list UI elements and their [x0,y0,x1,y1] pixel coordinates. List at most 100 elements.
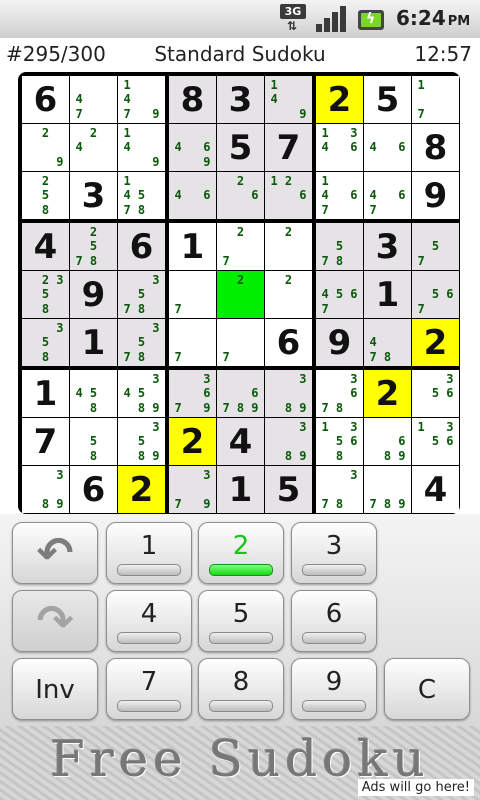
sudoku-cell-r8c7[interactable]: 1 3568 [316,418,363,465]
sudoku-cell-r4c8[interactable]: 3 [364,223,411,270]
sudoku-cell-r8c9[interactable]: 1 356 [412,418,459,465]
note-digit: 8 [137,301,146,316]
sudoku-cell-r1c7[interactable]: 2 [316,76,363,123]
sudoku-cell-r2c3[interactable]: 14 9 [118,124,165,171]
sudoku-cell-r5c8[interactable]: 1 [364,271,411,318]
sudoku-cell-r3c8[interactable]: 4 6 7 [364,172,411,219]
sudoku-cell-r1c8[interactable]: 5 [364,76,411,123]
sudoku-cell-r7c5[interactable]: 6 789 [217,370,264,417]
sudoku-cell-r8c6[interactable]: 389 [265,418,312,465]
sudoku-cell-r6c3[interactable]: 3578 [118,319,165,366]
clear-button[interactable]: C [384,658,470,720]
sudoku-cell-r2c4[interactable]: 4 69 [169,124,216,171]
sudoku-cell-r2c8[interactable]: 46 [364,124,411,171]
sudoku-cell-r5c7[interactable]: 456 7 [316,271,363,318]
sudoku-cell-r8c4[interactable]: 2 [169,418,216,465]
sudoku-cell-r5c6[interactable]: 2 [265,271,312,318]
sudoku-cell-r9c6[interactable]: 5 [265,466,312,513]
sudoku-cell-r6c6[interactable]: 6 [265,319,312,366]
sudoku-cell-r8c8[interactable]: 689 [364,418,411,465]
sudoku-cell-r6c4[interactable]: 7 [169,319,216,366]
sudoku-cell-r1c3[interactable]: 147 9 [118,76,165,123]
digit-button-2[interactable]: 2 [198,522,284,584]
sudoku-cell-r5c4[interactable]: 7 [169,271,216,318]
inv-button[interactable]: Inv [12,658,98,720]
sudoku-cell-r1c2[interactable]: 47 [70,76,117,123]
sudoku-cell-r7c9[interactable]: 356 [412,370,459,417]
digit-button-1[interactable]: 1 [106,522,192,584]
sudoku-cell-r8c5[interactable]: 4 [217,418,264,465]
sudoku-cell-r4c6[interactable]: 2 [265,223,312,270]
sudoku-cell-r4c4[interactable]: 1 [169,223,216,270]
sudoku-cell-r3c3[interactable]: 14578 [118,172,165,219]
sudoku-cell-r1c1[interactable]: 6 [22,76,69,123]
sudoku-cell-r2c9[interactable]: 8 [412,124,459,171]
sudoku-cell-r4c3[interactable]: 6 [118,223,165,270]
sudoku-cell-r7c1[interactable]: 1 [22,370,69,417]
digit-button-7[interactable]: 7 [106,658,192,720]
sudoku-cell-r1c6[interactable]: 14 9 [265,76,312,123]
ad-banner[interactable]: Free Sudoku Ads will go here! [0,726,480,800]
sudoku-cell-r3c6[interactable]: 126 [265,172,312,219]
sudoku-cell-r9c5[interactable]: 1 [217,466,264,513]
sudoku-cell-r8c2[interactable]: 58 [70,418,117,465]
digit-button-6[interactable]: 6 [291,590,377,652]
sudoku-cell-r4c2[interactable]: 2578 [70,223,117,270]
sudoku-cell-r1c9[interactable]: 17 [412,76,459,123]
note-digit [134,273,148,287]
sudoku-cell-r9c9[interactable]: 4 [412,466,459,513]
sudoku-cell-r2c7[interactable]: 1 3 4 6 [316,124,363,171]
sudoku-cell-r7c7[interactable]: 36 78 [316,370,363,417]
sudoku-cell-r6c7[interactable]: 9 [316,319,363,366]
digit-button-4[interactable]: 4 [106,590,192,652]
sudoku-cell-r4c7[interactable]: 578 [316,223,363,270]
sudoku-cell-r4c5[interactable]: 27 [217,223,264,270]
sudoku-cell-r3c5[interactable]: 26 [217,172,264,219]
sudoku-cell-r5c9[interactable]: 56 7 [412,271,459,318]
sudoku-cell-r6c8[interactable]: 478 [364,319,411,366]
redo-button[interactable]: ↷ [12,590,98,652]
sudoku-cell-r2c6[interactable]: 7 [265,124,312,171]
sudoku-cell-r8c1[interactable]: 7 [22,418,69,465]
sudoku-cell-r6c2[interactable]: 1 [70,319,117,366]
sudoku-cell-r9c7[interactable]: 3 78 [316,466,363,513]
note-digit [185,174,199,188]
sudoku-cell-r9c4[interactable]: 3 7 9 [169,466,216,513]
sudoku-cell-r3c2[interactable]: 3 [70,172,117,219]
sudoku-cell-r9c1[interactable]: 389 [22,466,69,513]
sudoku-cell-r6c5[interactable]: 7 [217,319,264,366]
sudoku-cell-r3c1[interactable]: 258 [22,172,69,219]
sudoku-cell-r9c3[interactable]: 2 [118,466,165,513]
sudoku-cell-r2c5[interactable]: 5 [217,124,264,171]
digit-button-5[interactable]: 5 [198,590,284,652]
sudoku-cell-r9c8[interactable]: 789 [364,466,411,513]
sudoku-cell-r4c1[interactable]: 4 [22,223,69,270]
sudoku-cell-r3c9[interactable]: 9 [412,172,459,219]
digit-button-3[interactable]: 3 [291,522,377,584]
sudoku-cell-r5c1[interactable]: 2358 [22,271,69,318]
sudoku-cell-r6c1[interactable]: 358 [22,319,69,366]
sudoku-cell-r7c3[interactable]: 3 4589 [118,370,165,417]
sudoku-cell-r6c9[interactable]: 2 [412,319,459,366]
digit-button-8[interactable]: 8 [198,658,284,720]
sudoku-cell-r4c9[interactable]: 57 [412,223,459,270]
sudoku-cell-r7c8[interactable]: 2 [364,370,411,417]
sudoku-cell-r7c2[interactable]: 458 [70,370,117,417]
sudoku-cell-r3c4[interactable]: 46 [169,172,216,219]
sudoku-cell-r1c5[interactable]: 3 [217,76,264,123]
sudoku-cell-r5c5[interactable]: 2 [217,271,264,318]
sudoku-cell-r3c7[interactable]: 14 6 7 [316,172,363,219]
sudoku-cell-r2c1[interactable]: 29 [22,124,69,171]
sudoku-cell-r5c3[interactable]: 3578 [118,271,165,318]
sudoku-cell-r7c6[interactable]: 389 [265,370,312,417]
undo-button[interactable]: ↶ [12,522,98,584]
sudoku-cell-r5c2[interactable]: 9 [70,271,117,318]
note-digit [332,372,346,386]
note-digit [86,140,100,154]
sudoku-cell-r9c2[interactable]: 6 [70,466,117,513]
sudoku-cell-r8c3[interactable]: 3589 [118,418,165,465]
sudoku-cell-r7c4[interactable]: 36 7 9 [169,370,216,417]
sudoku-cell-r1c4[interactable]: 8 [169,76,216,123]
digit-button-9[interactable]: 9 [291,658,377,720]
sudoku-cell-r2c2[interactable]: 24 [70,124,117,171]
